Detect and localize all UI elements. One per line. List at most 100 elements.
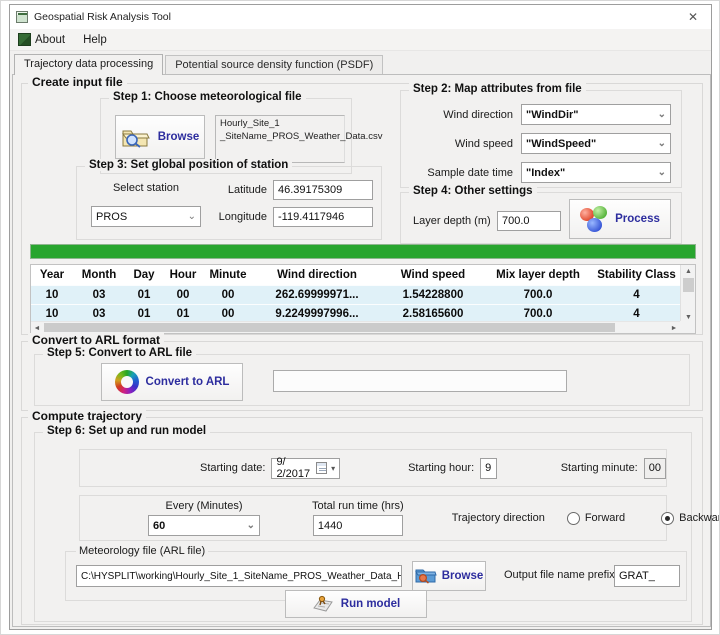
table-cell: 10 <box>31 289 73 301</box>
table-cell: 01 <box>125 308 163 320</box>
tab-trajectory-data-processing[interactable]: Trajectory data processing <box>14 54 163 75</box>
wind-speed-value: "WindSpeed" <box>526 138 596 150</box>
column-header: Minute <box>203 269 253 281</box>
process-button[interactable]: Process <box>569 199 671 239</box>
layer-depth-field[interactable]: 700.0 <box>497 211 561 231</box>
wind-direction-select[interactable]: "WindDir" ⌄ <box>521 104 671 125</box>
table-row[interactable]: 10 03 01 00 00 262.69999971... 1.5422880… <box>31 285 695 304</box>
latitude-label: Latitude <box>205 184 267 196</box>
starting-date-picker[interactable]: 9/ 2/2017 ▾ <box>271 458 340 479</box>
menu-help[interactable]: Help <box>83 34 107 46</box>
browse-met-file-button[interactable]: Browse <box>115 115 205 159</box>
convert-to-arl-button[interactable]: Convert to ARL <box>101 363 243 401</box>
table-cell: 00 <box>203 308 253 320</box>
met-file-name-line1: Hourly_Site_1 <box>220 118 340 131</box>
start-time-row: Starting date: 9/ 2/2017 ▾ Starting hour… <box>79 449 667 487</box>
every-minutes-value: 60 <box>153 520 165 532</box>
chevron-down-icon: ⌄ <box>247 521 255 531</box>
table-cell: 03 <box>73 289 125 301</box>
starting-minute-label: Starting minute: <box>561 462 638 474</box>
chevron-down-icon: ⌄ <box>658 139 666 149</box>
run-settings-row: Every (Minutes) 60 ⌄ Total run time (hrs… <box>79 495 667 541</box>
process-label: Process <box>615 213 660 225</box>
longitude-label: Longitude <box>205 211 267 223</box>
starting-minute-field[interactable]: 00 <box>644 458 666 479</box>
output-prefix-label: Output file name prefix <box>504 569 615 581</box>
screenshot-root: Geospatial Risk Analysis Tool ✕ About He… <box>0 0 720 635</box>
convert-arl-title: Convert to ARL format <box>28 333 164 347</box>
met-file-name-line2: _SiteName_PROS_Weather_Data.csv <box>220 131 340 144</box>
table-cell: 262.69999971... <box>253 289 381 301</box>
run-model-label: Run model <box>341 598 400 610</box>
step2-title: Step 2: Map attributes from file <box>409 83 586 95</box>
forward-label: Forward <box>585 512 625 524</box>
app-window: Geospatial Risk Analysis Tool ✕ About He… <box>9 4 712 630</box>
browse-arl-label: Browse <box>442 570 484 582</box>
backward-radio[interactable]: Backward <box>661 512 720 525</box>
table-cell: 4 <box>591 289 682 301</box>
convert-to-arl-label: Convert to ARL <box>146 376 230 388</box>
table-horizontal-scrollbar[interactable]: ◄ ► <box>31 321 680 333</box>
sample-date-time-label: Sample date time <box>401 167 513 179</box>
sample-date-time-select[interactable]: "Index" ⌄ <box>521 162 671 183</box>
table-cell: 01 <box>125 289 163 301</box>
met-file-name-box: Hourly_Site_1 _SiteName_PROS_Weather_Dat… <box>215 115 345 163</box>
table-vertical-scrollbar[interactable]: ▲ ▼ <box>680 265 695 323</box>
tab-page: Create input file Step 1: Choose meteoro… <box>12 74 711 627</box>
total-run-time-label: Total run time (hrs) <box>312 500 404 512</box>
chevron-down-icon: ⌄ <box>658 168 666 178</box>
column-header: Hour <box>163 269 203 281</box>
horizontal-scroll-thumb[interactable] <box>44 323 615 332</box>
run-model-icon <box>312 594 334 615</box>
wind-speed-select[interactable]: "WindSpeed" ⌄ <box>521 133 671 154</box>
starting-date-label: Starting date: <box>200 462 265 474</box>
menu-help-label: Help <box>83 34 107 46</box>
wind-direction-label: Wind direction <box>401 109 513 121</box>
latitude-field[interactable]: 46.39175309 <box>273 180 373 200</box>
station-select[interactable]: PROS ⌄ <box>91 206 201 227</box>
layer-depth-label: Layer depth (m) <box>413 215 491 227</box>
close-icon[interactable]: ✕ <box>675 5 711 29</box>
table-cell: 9.2249997996... <box>253 308 381 320</box>
blue-folder-search-icon <box>415 566 437 587</box>
station-value: PROS <box>96 211 127 223</box>
step6-title: Step 6: Set up and run model <box>43 425 210 437</box>
compute-trajectory-title: Compute trajectory <box>28 409 146 423</box>
sample-date-time-value: "Index" <box>526 167 565 179</box>
process-progress-bar <box>30 244 696 259</box>
output-prefix-field[interactable]: GRAT_ <box>614 565 680 587</box>
window-title: Geospatial Risk Analysis Tool <box>34 11 171 23</box>
menu-about[interactable]: About <box>18 33 65 46</box>
browse-arl-button[interactable]: Browse <box>412 561 486 591</box>
table-cell: 00 <box>163 289 203 301</box>
column-header: Year <box>31 269 73 281</box>
table-cell: 4 <box>591 308 682 320</box>
column-header: Day <box>125 269 163 281</box>
scroll-right-icon[interactable]: ► <box>668 322 680 334</box>
date-dropdown-icon[interactable]: ▾ <box>331 464 335 473</box>
weather-data-table: Year Month Day Hour Minute Wind directio… <box>30 264 696 334</box>
scroll-up-icon[interactable]: ▲ <box>681 265 696 277</box>
forward-radio[interactable]: Forward <box>567 512 625 525</box>
wind-direction-value: "WindDir" <box>526 109 579 121</box>
longitude-field[interactable]: -119.4117946 <box>273 207 373 227</box>
met-arl-file-field[interactable]: C:\HYSPLIT\working\Hourly_Site_1_SiteNam… <box>76 565 402 587</box>
vertical-scroll-thumb[interactable] <box>683 278 694 292</box>
forward-radio-circle[interactable] <box>567 512 580 525</box>
run-model-button[interactable]: Run model <box>285 590 427 618</box>
total-run-time-field[interactable]: 1440 <box>313 515 403 536</box>
step1-title: Step 1: Choose meteorological file <box>109 91 306 103</box>
starting-hour-field[interactable]: 9 <box>480 458 497 479</box>
starting-hour-label: Starting hour: <box>408 462 474 474</box>
process-spheres-icon <box>580 206 608 232</box>
wind-speed-label: Wind speed <box>401 138 513 150</box>
calendar-icon[interactable] <box>316 462 327 474</box>
title-bar: Geospatial Risk Analysis Tool ✕ <box>10 5 711 29</box>
table-cell: 00 <box>203 289 253 301</box>
trajectory-direction-label: Trajectory direction <box>452 512 545 524</box>
backward-radio-circle[interactable] <box>661 512 674 525</box>
tab-psdf[interactable]: Potential source density function (PSDF) <box>165 55 383 74</box>
app-icon <box>16 11 28 23</box>
every-minutes-select[interactable]: 60 ⌄ <box>148 515 260 536</box>
column-header: Mix layer depth <box>485 269 591 281</box>
